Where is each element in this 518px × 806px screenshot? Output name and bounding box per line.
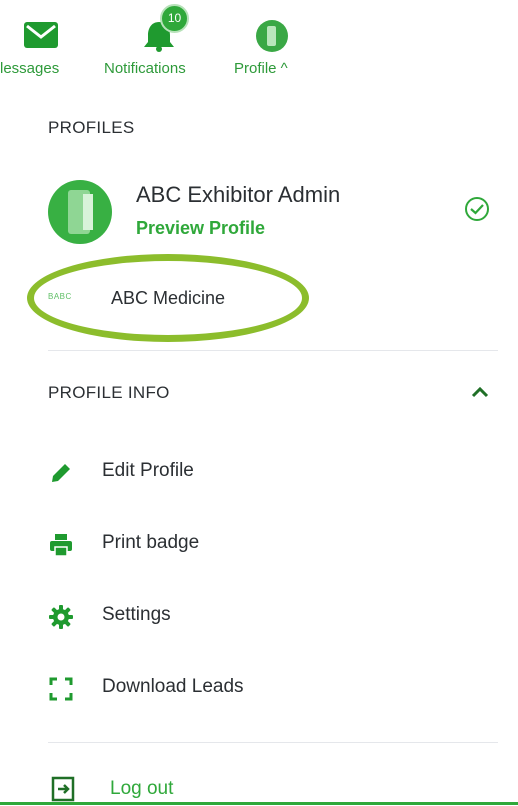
nav-messages[interactable]: lessages bbox=[0, 0, 100, 88]
divider bbox=[48, 350, 498, 351]
menu-item-label: Download Leads bbox=[102, 676, 244, 697]
menu-item-label: Print badge bbox=[102, 532, 200, 553]
nav-notifications[interactable]: 10 Notifications bbox=[102, 0, 216, 88]
logout-icon bbox=[51, 776, 75, 802]
logout-label: Log out bbox=[110, 778, 174, 799]
chevron-up-icon[interactable] bbox=[470, 384, 490, 400]
active-profile-avatar bbox=[48, 180, 112, 244]
mail-icon bbox=[24, 22, 58, 48]
nav-messages-label: lessages bbox=[0, 60, 60, 77]
menu-item-settings[interactable]: Settings bbox=[40, 594, 500, 638]
preview-profile-link[interactable]: Preview Profile bbox=[136, 218, 265, 239]
active-profile-name: ABC Exhibitor Admin bbox=[136, 182, 341, 207]
avatar-image-detail bbox=[83, 194, 93, 230]
profiles-heading: PROFILES bbox=[48, 118, 135, 137]
menu-item-label: Settings bbox=[102, 604, 171, 625]
scan-frame-icon bbox=[49, 677, 73, 701]
profile-info-heading: PROFILE INFO bbox=[48, 383, 170, 402]
menu-item-download-leads[interactable]: Download Leads bbox=[40, 666, 500, 710]
nav-notifications-label: Notifications bbox=[104, 60, 186, 77]
pencil-icon bbox=[52, 464, 70, 482]
nav-profile-label: Profile ^ bbox=[234, 60, 288, 77]
gear-icon bbox=[49, 605, 73, 629]
profile-option-abc-medicine[interactable]: ABC Medicine bbox=[111, 288, 225, 309]
top-nav: lessages 10 Notifications Profile ^ bbox=[0, 0, 518, 89]
logout-button[interactable]: Log out bbox=[40, 772, 240, 806]
abc-medicine-logo: BABC bbox=[48, 292, 72, 301]
check-circle-icon bbox=[465, 197, 489, 221]
menu-item-edit-profile[interactable]: Edit Profile bbox=[40, 450, 500, 494]
nav-profile[interactable]: Profile ^ bbox=[228, 0, 318, 88]
divider bbox=[48, 742, 498, 743]
nav-profile-avatar bbox=[256, 20, 288, 52]
menu-item-label: Edit Profile bbox=[102, 460, 194, 481]
printer-icon bbox=[50, 534, 72, 557]
menu-item-print-badge[interactable]: Print badge bbox=[40, 522, 500, 566]
notification-count-badge: 10 bbox=[160, 4, 189, 33]
